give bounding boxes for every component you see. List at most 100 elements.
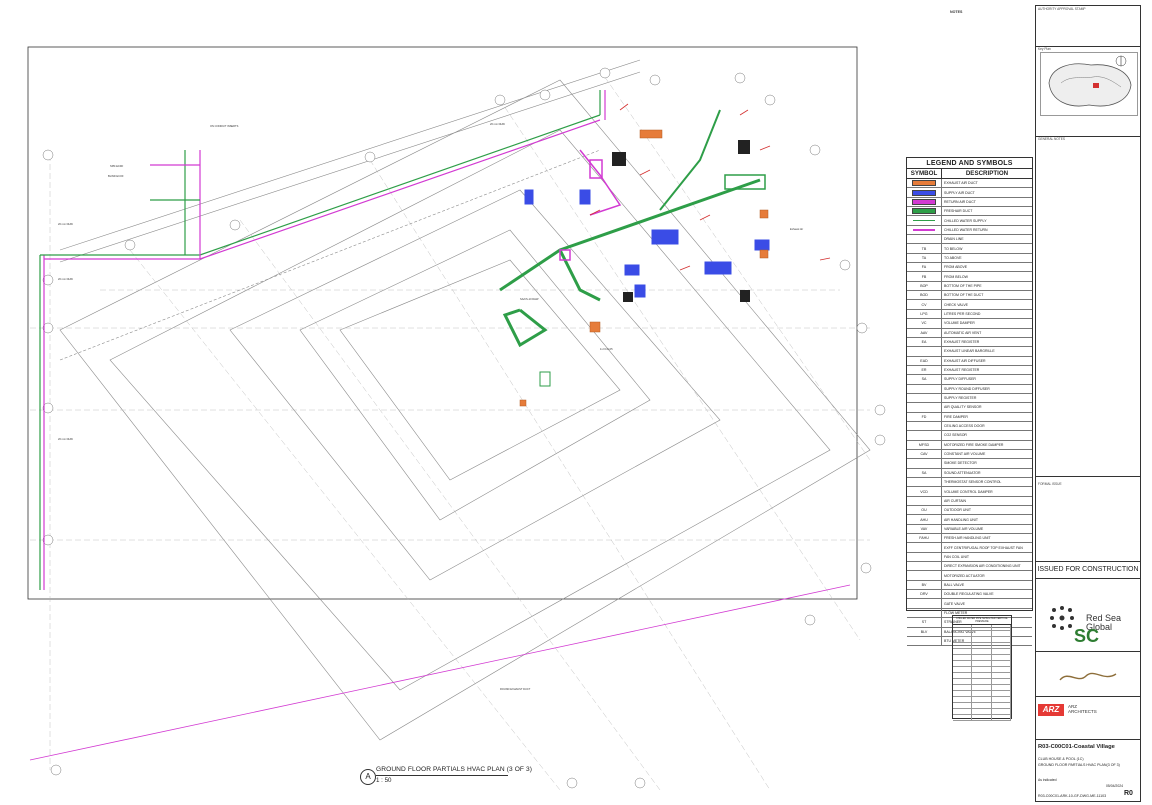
legend-line-swatch: [913, 229, 935, 231]
approval-stamp-label: AUTHORITY APPROVAL STAMP: [1038, 7, 1086, 11]
legend-symbol: [907, 197, 942, 207]
legend-row: AIR CURTAIN: [907, 496, 1032, 507]
issue-date: 05/04/2024: [1106, 784, 1123, 788]
architect-divider: [1036, 739, 1140, 740]
key-plan-label: Key Plan: [1038, 47, 1051, 51]
pipe-sizing-cell: [992, 673, 1011, 678]
key-plan-map: [1040, 52, 1138, 116]
legend-color-swatch: [912, 180, 936, 187]
legend-symbol: [907, 608, 942, 618]
revision-number: R0: [1124, 790, 1133, 797]
legend-symbol: [907, 216, 942, 225]
legend-symbol: [907, 543, 942, 552]
legend-symbol-header: SYMBOL: [907, 169, 942, 178]
legend-row: AIR QUALITY SENSOR: [907, 403, 1032, 413]
legend-symbol: [907, 188, 942, 197]
drawing-title: GROUND FLOOR PARTIALS HVAC PLAN (3 OF 3): [376, 766, 533, 773]
legend-symbol: CAV: [907, 449, 942, 459]
general-notes-label: GENERAL NOTES: [1038, 137, 1065, 141]
return-ducts: [559, 149, 622, 261]
legend-description: DRAIN LINE: [944, 237, 964, 242]
legend-row: EXHAUST AIR DUCT: [907, 179, 1032, 189]
pipe-sizing-cell: [972, 685, 992, 690]
revision-label: FORMAL ISSUE: [1038, 482, 1062, 486]
legend-symbol: [907, 207, 942, 216]
legend-symbol: BOP: [907, 281, 942, 291]
legend-symbol: SA: [907, 468, 942, 477]
legend-line-swatch: [913, 219, 935, 222]
legend-row: SUPPLY AIR DUCT: [907, 188, 1032, 198]
architect-name-line2: ARCHITECTS: [1068, 709, 1097, 714]
legend-symbol: OU: [907, 506, 942, 515]
legend-symbol: TB: [907, 244, 942, 253]
legend-description: VOLUME DAMPER: [944, 321, 975, 326]
legend-symbol: [907, 347, 942, 356]
legend-symbol: FA: [907, 263, 942, 272]
legend-description: SUPPLY DIFFUSER: [944, 377, 976, 382]
pipe-sizing-cell: [953, 667, 973, 672]
legend-description: MOTORIZED FIRE SMOKE DAMPER: [944, 442, 1004, 447]
legend-row: FRESHAIR DUCT: [907, 207, 1032, 217]
legend-symbol: [907, 431, 942, 440]
title-underline: [376, 775, 508, 776]
pipe-sizing-cell: [953, 649, 973, 654]
legend-symbol: FD: [907, 412, 942, 421]
svg-text:20 mm DHW: 20 mm DHW: [58, 437, 73, 441]
project-code: R03-C00C01-Coastal Village: [1038, 744, 1115, 750]
legend-row: CO2 SENSOR: [907, 431, 1032, 441]
pipe-sizing-cell: [992, 685, 1011, 690]
legend-table: LEGEND AND SYMBOLS SYMBOL DESCRIPTION EX…: [906, 157, 1033, 647]
legend-symbol: [907, 478, 942, 487]
pipe-sizing-cell: [953, 703, 973, 708]
client-divider: [1036, 651, 1140, 652]
legend-row: BOD BOTTOM OF THE DUCT: [907, 291, 1032, 301]
legend-symbol: DRV: [907, 590, 942, 599]
legend-row: VAV VARIABLE AIR VOLUME: [907, 524, 1032, 535]
legend-row: EXHAUST LINEAR BARGRILLE: [907, 347, 1032, 357]
legend-row: SA SOUND ATTENUATOR: [907, 468, 1032, 478]
pipe-sizing-cell: [972, 697, 992, 702]
pipe-sizing-table: CHILLED WATER PIPE SIZING PER VERTICAL P…: [952, 615, 1012, 721]
legend-symbol: [907, 384, 942, 393]
legend-row: DIRECT EXPANSION AIR CONDITIONING UNIT: [907, 562, 1032, 572]
pipe-sizing-cell: [992, 637, 1011, 642]
legend-description: SUPPLY ROUND DIFFUSER: [944, 386, 990, 391]
pipe-sizing-cell: [972, 673, 992, 678]
legend-row: CHILLED WATER RETURN: [907, 225, 1032, 236]
pipe-sizing-cell: [953, 697, 973, 702]
legend-rows: EXHAUST AIR DUCT SUPPLY AIR DUCT RETURN AI…: [907, 179, 1032, 647]
equipment-units: [612, 140, 750, 302]
legend-row: FD FIRE DAMPER: [907, 412, 1032, 422]
legend-description: SUPPLY REGISTER: [944, 396, 977, 401]
legend-row: MOTORIZED ACTUATOR: [907, 571, 1032, 581]
legend-description: AIR HANDLING UNIT: [944, 517, 979, 522]
pipe-sizing-cell: [972, 667, 992, 672]
legend-row: VC VOLUME DAMPER: [907, 319, 1032, 329]
legend-symbol: AAV: [907, 328, 942, 337]
legend-row: TB TO BELOW: [907, 244, 1032, 254]
legend-symbol: [907, 179, 942, 188]
legend-row: BOP BOTTOM OF THE PIPE: [907, 281, 1032, 292]
legend-description: CO2 SENSOR: [944, 433, 967, 438]
legend-description: DOUBLE REGULATING VALVE: [944, 592, 994, 597]
legend-description: BOTTOM OF THE PIPE: [944, 283, 982, 288]
pipe-sizing-cell: [953, 709, 973, 714]
legend-description: MOTORIZED ACTUATOR: [944, 573, 985, 578]
legend-description: OUTDOOR UNIT: [944, 508, 972, 513]
pipe-sizing-rows: [953, 625, 1011, 721]
drawing-title-block: A GROUND FLOOR PARTIALS HVAC PLAN (3 OF …: [360, 763, 600, 791]
legend-row: AAV AUTOMATIC AIR VENT: [907, 328, 1032, 338]
legend-description: AIR CURTAIN: [944, 498, 967, 503]
architect-logo: ARZ: [1038, 704, 1064, 716]
legend-description: RETURN AIR DUCT: [944, 199, 976, 204]
column-grid: [30, 69, 871, 791]
drawing-frame: [27, 46, 858, 600]
pipe-sizing-cell: [953, 655, 973, 660]
pipe-sizing-cell: [972, 661, 992, 666]
pipe-sizing-cell: [992, 655, 1011, 660]
legend-description: EXFF CENTRIFUGAL ROOF TOP EXHAUST FAN: [944, 545, 1023, 550]
legend-row: GATE VALVE: [907, 599, 1032, 609]
pipe-sizing-cell: [992, 715, 1011, 720]
pipe-sizing-cell: [992, 691, 1011, 696]
legend-row: DRAIN LINE: [907, 235, 1032, 245]
